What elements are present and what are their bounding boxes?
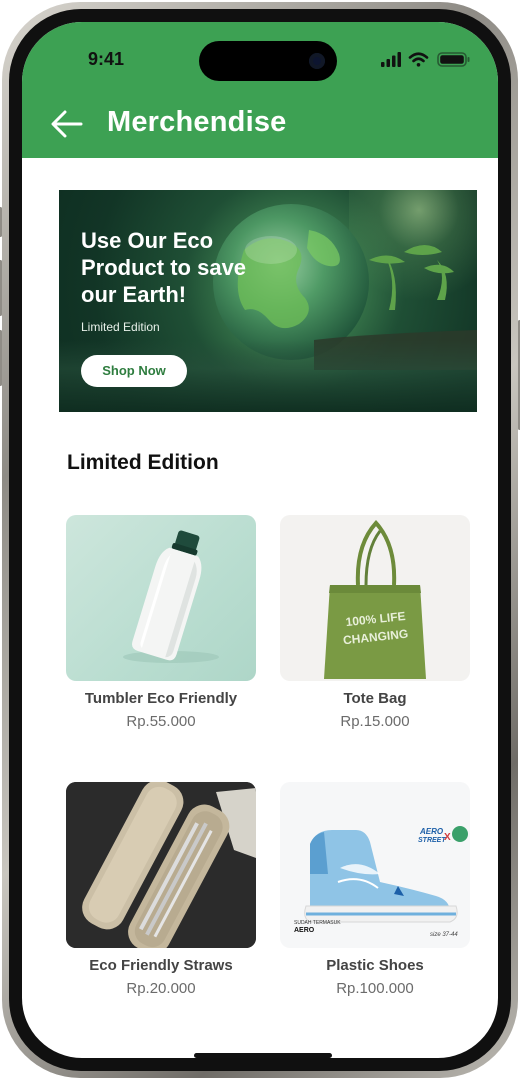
shop-now-button[interactable]: Shop Now [81,355,187,387]
signal-icon [381,52,401,67]
product-card-shoes[interactable]: AERO STREET X SUDAH TERMASUK AERO size 3… [280,782,470,997]
svg-text:size 37-44: size 37-44 [430,932,458,938]
product-card-straws[interactable]: Eco Friendly Straws Rp.20.000 [66,782,256,997]
product-name: Plastic Shoes [326,957,424,974]
page-title: Merchendise [107,106,287,138]
dynamic-island [199,41,337,81]
wifi-icon [408,52,429,67]
status-bar: 9:41 [22,22,498,90]
back-arrow-icon[interactable] [50,108,84,140]
section-title: Limited Edition [67,451,219,474]
side-button [0,207,2,237]
product-card-tote-bag[interactable]: 100% LIFE CHANGING Tote Bag Rp.15.000 [280,515,470,730]
svg-text:SUDAH TERMASUK: SUDAH TERMASUK [294,920,341,926]
product-card-tumbler[interactable]: Tumbler Eco Friendly Rp.55.000 [66,515,256,730]
banner-subtitle: Limited Edition [81,320,160,334]
status-time: 9:41 [88,49,125,69]
product-name: Eco Friendly Straws [89,957,233,974]
product-price: Rp.15.000 [340,713,410,730]
camera-icon [309,53,325,69]
product-name: Tote Bag [343,690,407,707]
product-price: Rp.20.000 [126,980,196,997]
straws-image [66,782,256,948]
svg-text:STREET: STREET [418,837,446,844]
battery-icon [437,52,470,67]
product-name: Tumbler Eco Friendly [84,690,238,707]
banner-headline: Use Our Eco Product to save our Earth! [81,228,247,307]
product-price: Rp.100.000 [336,980,414,997]
product-price: Rp.55.000 [126,713,196,730]
status-icons [381,52,470,67]
home-indicator[interactable] [194,1053,332,1058]
svg-text:AERO: AERO [294,927,315,934]
svg-text:AERO: AERO [419,827,444,836]
volume-down-button [0,330,2,386]
tote-bag-image: 100% LIFE CHANGING [280,515,470,681]
app-header: Merchendise [22,90,498,158]
svg-text:X: X [444,832,451,843]
phone-bezel: 9:41 Merchendise Use Our Eco Product to … [9,9,511,1071]
volume-up-button [0,260,2,316]
shoes-image: AERO STREET X SUDAH TERMASUK AERO size 3… [280,782,470,948]
screen: 9:41 Merchendise Use Our Eco Product to … [22,22,498,1058]
promo-banner[interactable]: Use Our Eco Product to save our Earth! L… [59,190,477,412]
phone-frame: 9:41 Merchendise Use Our Eco Product to … [0,2,520,1078]
tumbler-image [66,515,256,681]
